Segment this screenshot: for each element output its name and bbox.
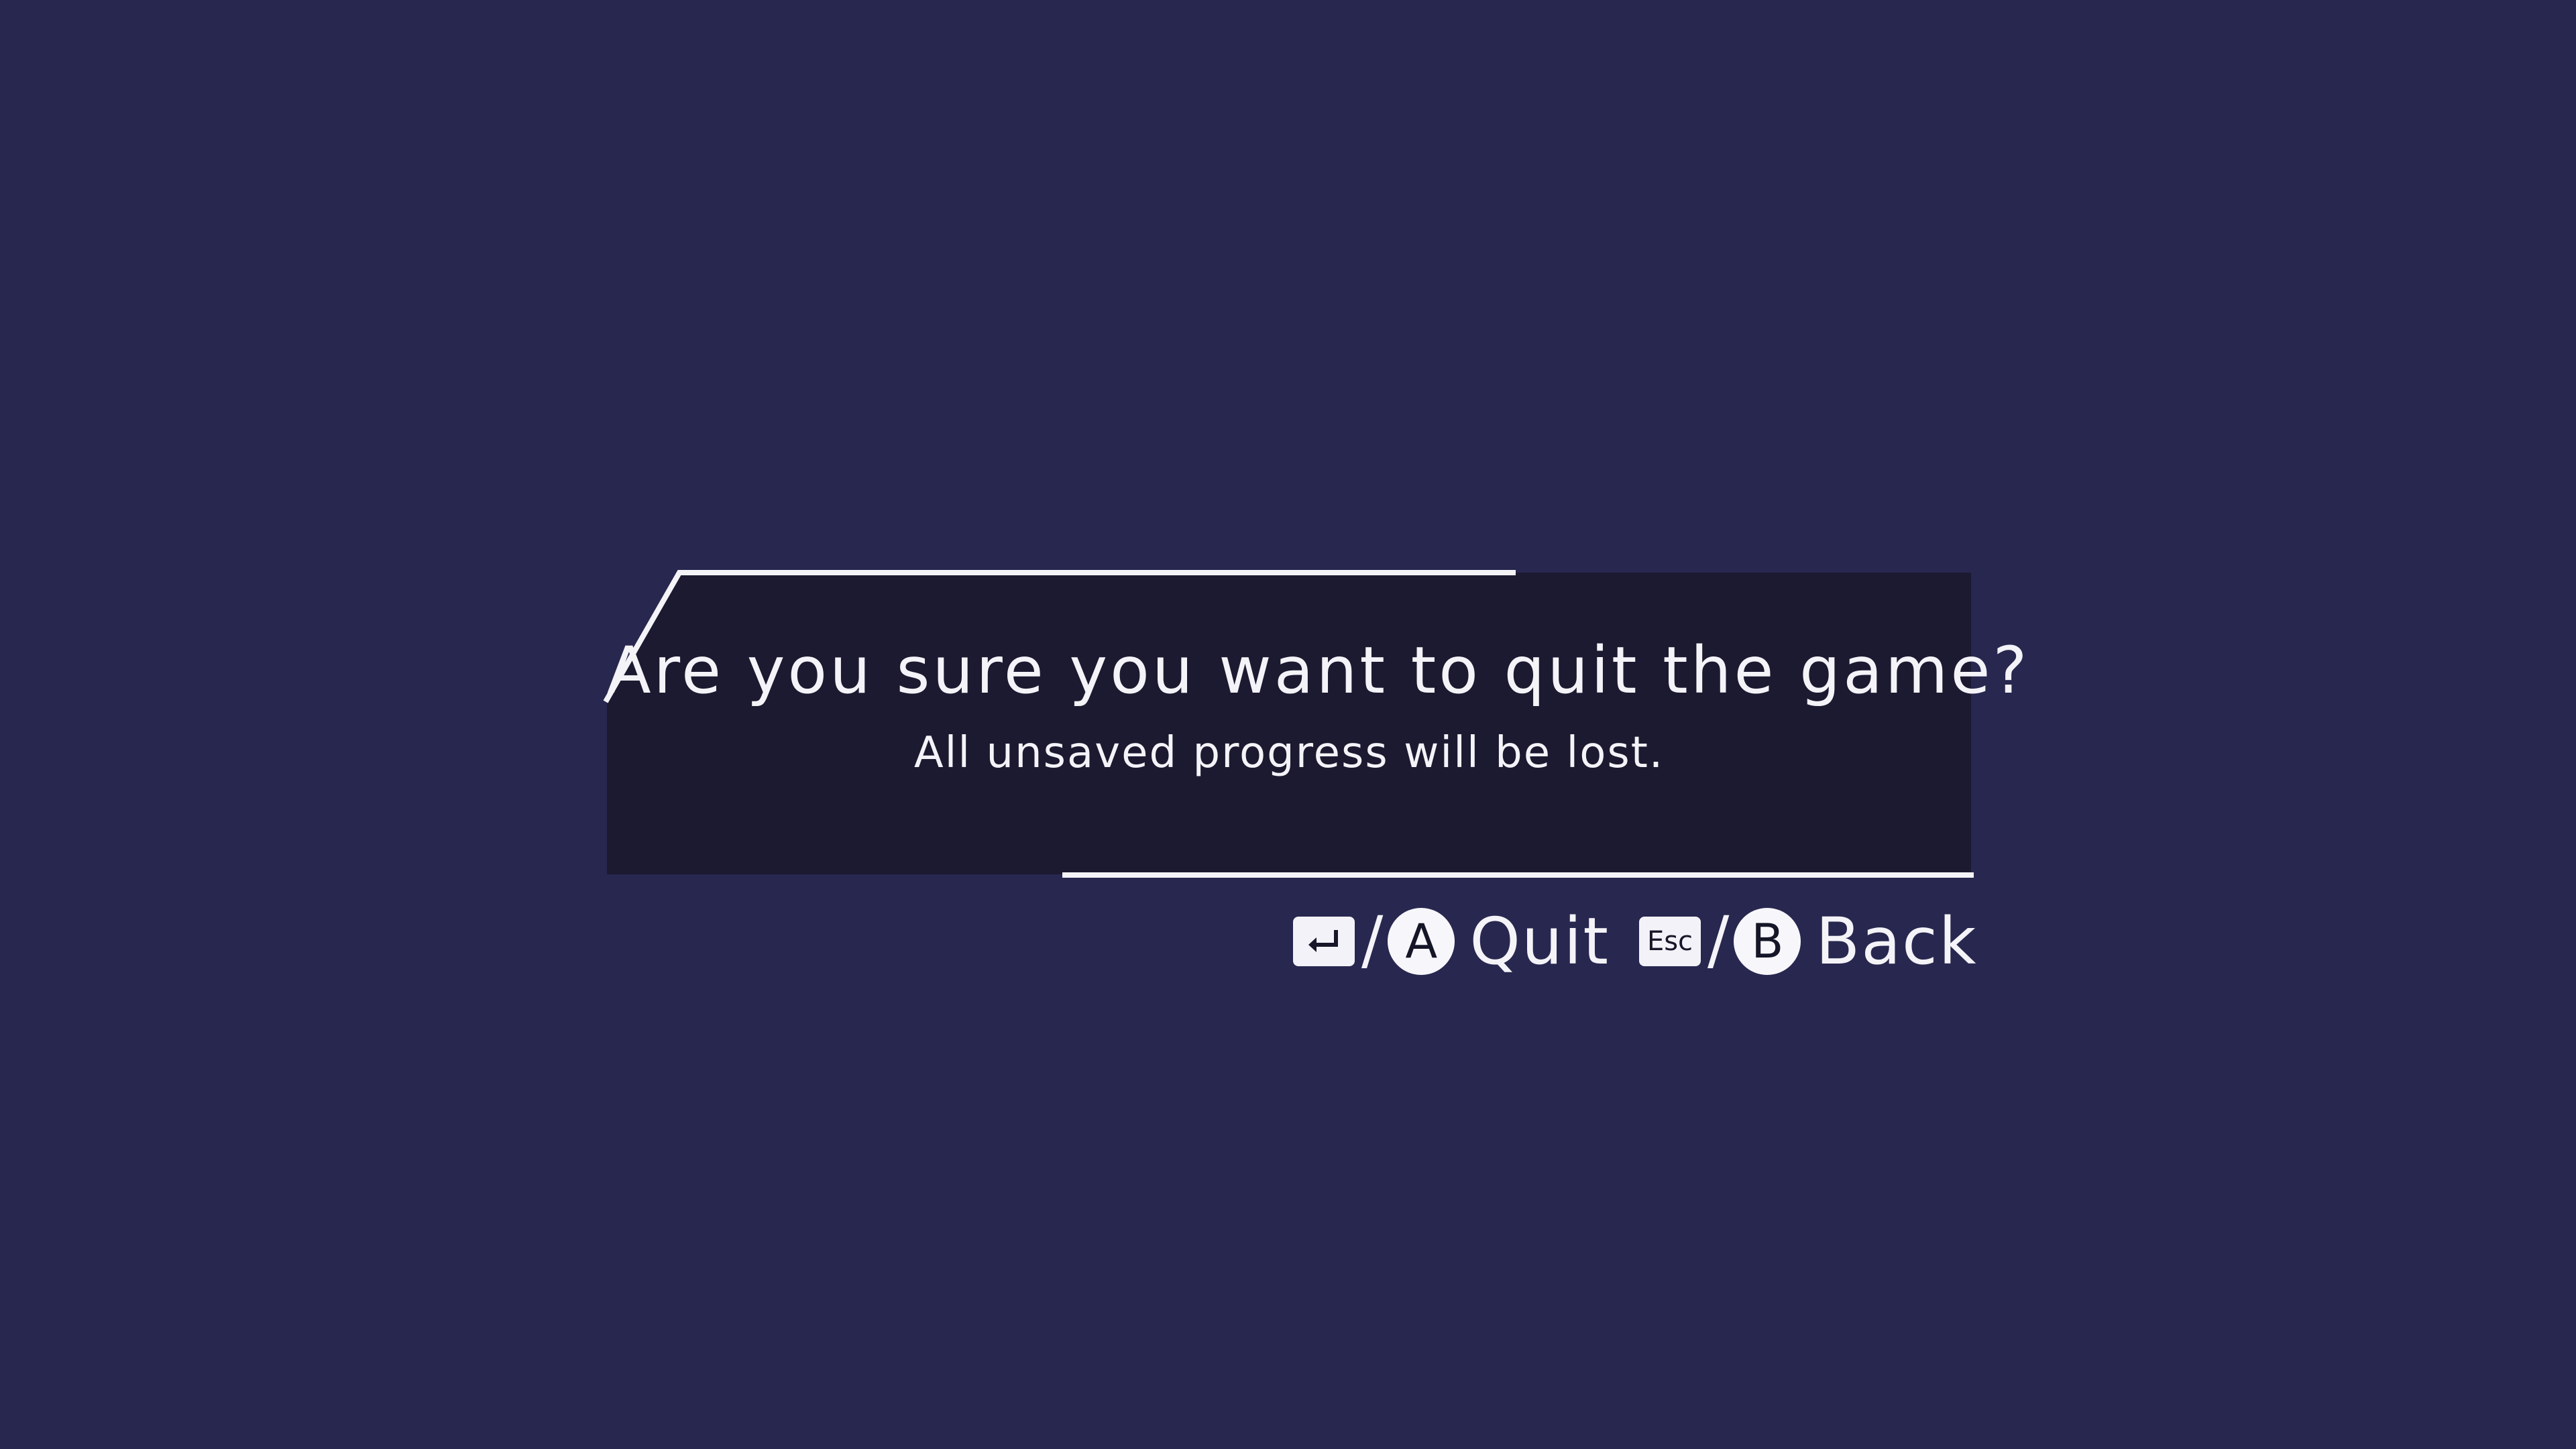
a-button-icon: A: [1388, 908, 1455, 975]
dialog-panel: [603, 570, 1974, 878]
dialog-background: [607, 573, 1971, 874]
esc-key-icon: Esc: [1639, 917, 1701, 966]
quit-button[interactable]: / A Quit: [1293, 908, 1610, 975]
back-label: Back: [1815, 904, 1978, 979]
unsaved-progress-warning: All unsaved progress will be lost.: [913, 728, 1665, 778]
enter-key-icon: [1293, 917, 1355, 966]
quit-dialog-screen: Are you sure you want to quit the game? …: [0, 0, 2576, 1449]
b-button-icon: B: [1734, 908, 1801, 975]
quit-separator: /: [1361, 903, 1384, 978]
quit-label: Quit: [1469, 904, 1610, 979]
enter-icon: [1308, 930, 1338, 952]
quit-confirmation-title: Are you sure you want to quit the game?: [607, 633, 2030, 708]
back-separator: /: [1707, 903, 1730, 978]
back-button[interactable]: Esc / B Back: [1639, 908, 1977, 975]
